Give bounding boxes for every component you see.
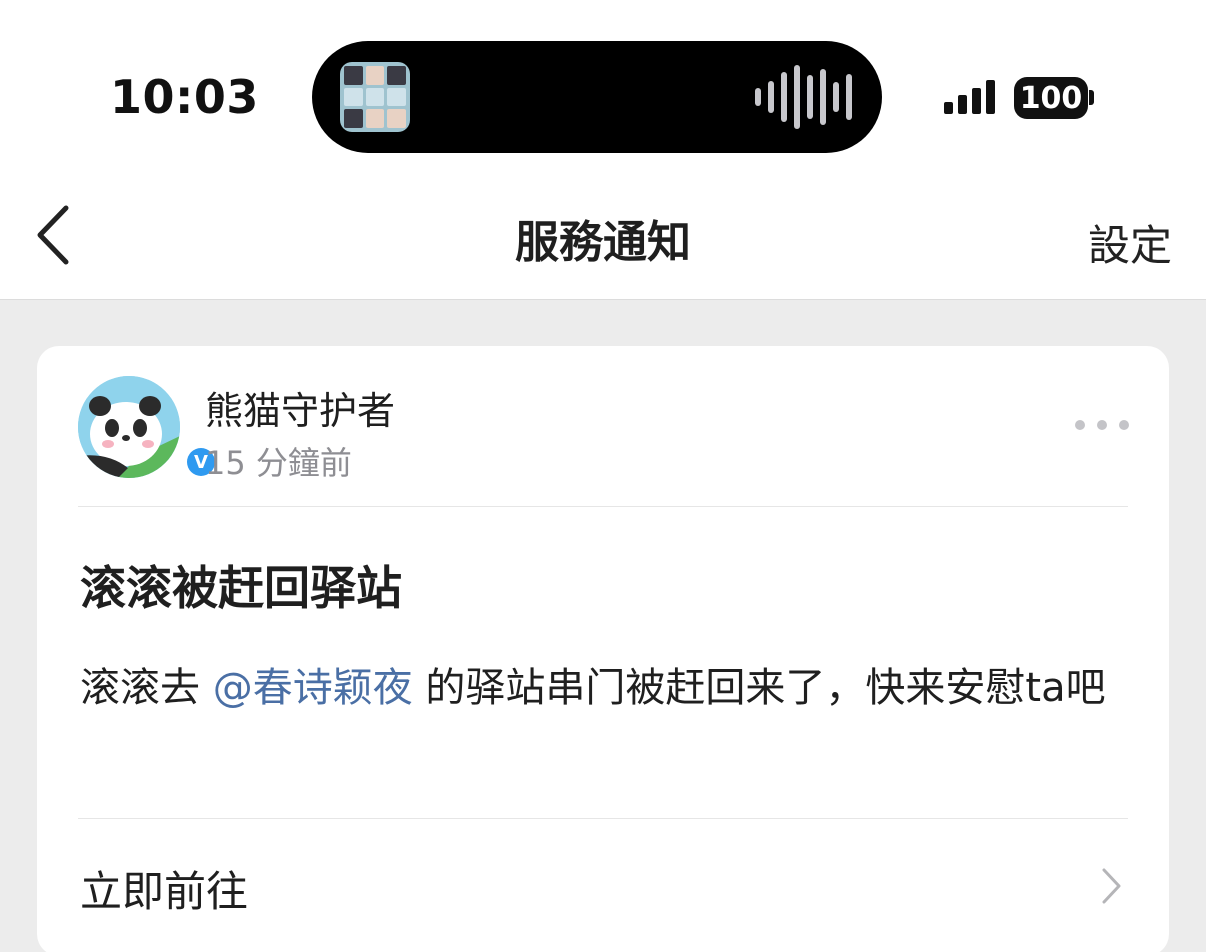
notice-title: 滚滚被赶回驿站 — [80, 561, 402, 615]
timestamp: 15 分鐘前 — [205, 444, 352, 482]
body-suffix: 的驿站串门被赶回来了，快来安慰ta吧 — [412, 665, 1106, 711]
page-title: 服務通知 — [515, 217, 691, 268]
chevron-right-icon — [1102, 868, 1121, 904]
body-prefix: 滚滚去 — [80, 665, 213, 711]
notice-body: 滚滚去 @春诗颖夜 的驿站串门被赶回来了，快来安慰ta吧 — [80, 652, 1140, 724]
notification-card: V 熊猫守护者 15 分鐘前 滚滚被赶回驿站 滚滚去 @春诗颖夜 的驿站串门被赶… — [37, 346, 1169, 952]
top-area: 10:03 100 服務通知 設定 — [0, 0, 1206, 300]
battery-nub — [1089, 90, 1094, 105]
status-time: 10:03 — [110, 70, 259, 124]
sender-name[interactable]: 熊猫守护者 — [205, 380, 395, 435]
back-chevron-icon — [37, 205, 69, 265]
battery-level: 100 — [1019, 80, 1083, 116]
panda-icon — [78, 376, 180, 478]
waveform-icon — [755, 63, 852, 131]
go-now-row[interactable]: 立即前往 — [37, 818, 1169, 948]
dynamic-island[interactable] — [312, 41, 882, 153]
island-thumbnail — [340, 62, 410, 132]
back-button[interactable] — [26, 198, 86, 272]
battery-icon: 100 — [1014, 77, 1088, 119]
signal-icon — [944, 80, 995, 114]
settings-button[interactable]: 設定 — [1088, 212, 1172, 273]
more-dots-icon[interactable] — [1075, 420, 1129, 430]
avatar[interactable] — [78, 376, 180, 478]
go-now-label: 立即前往 — [80, 867, 249, 916]
mention-link[interactable]: @春诗颖夜 — [213, 665, 413, 711]
divider — [78, 506, 1128, 507]
